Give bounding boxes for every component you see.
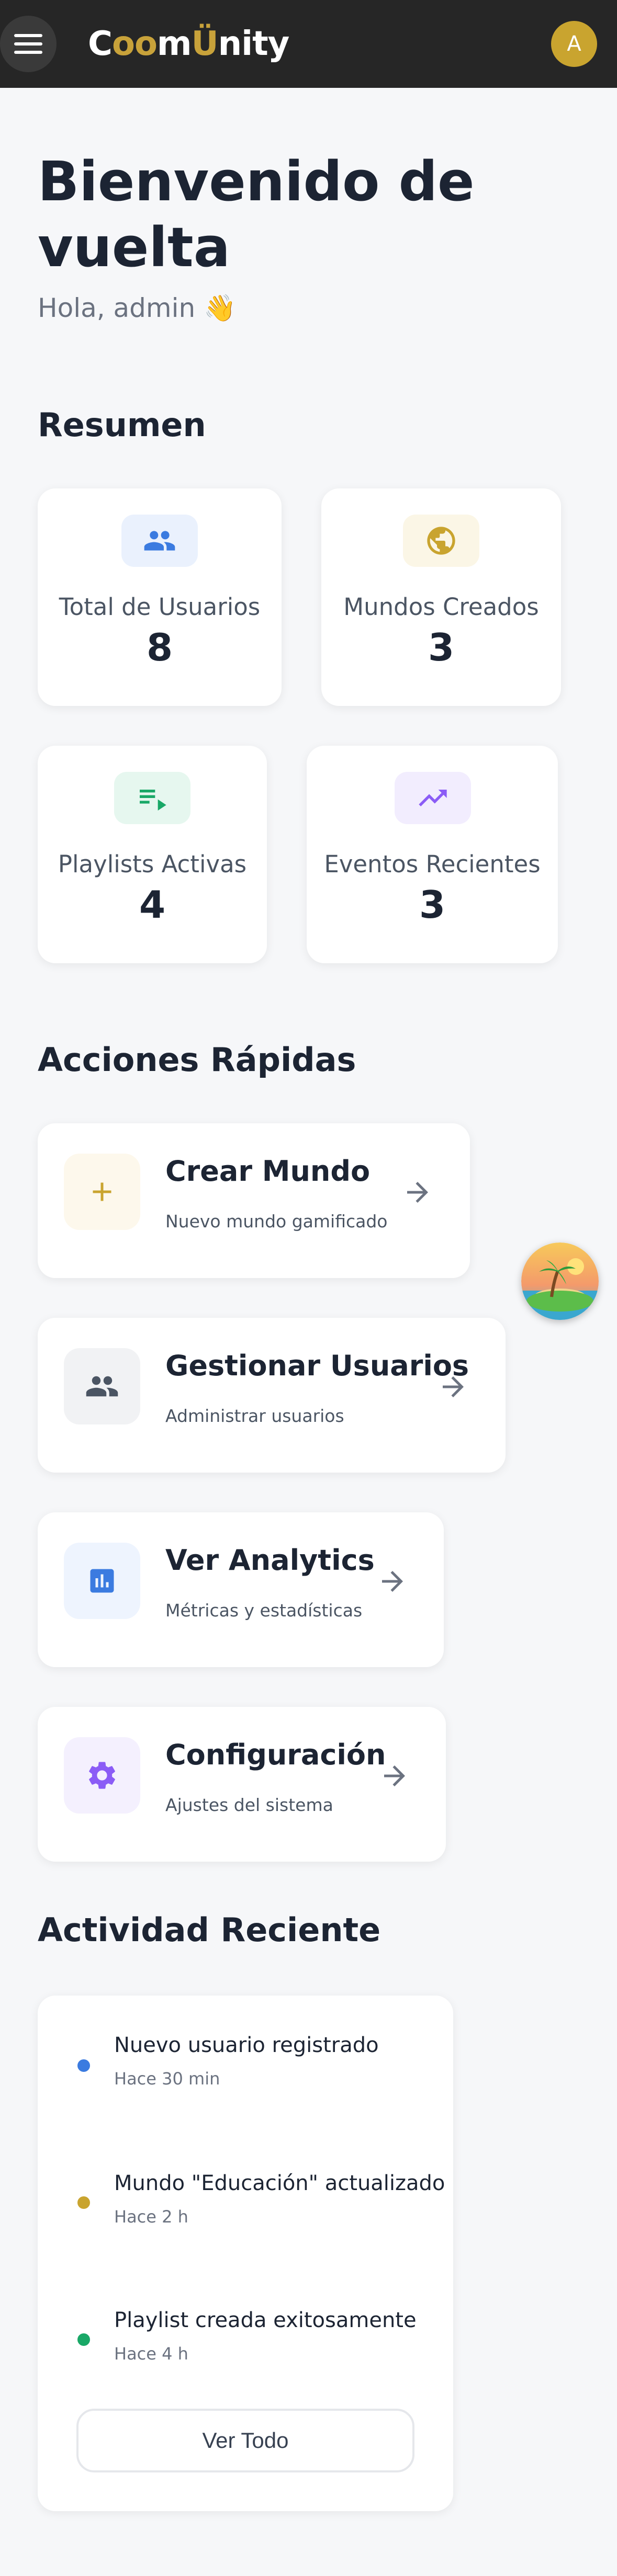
activity-time: Hace 4 h <box>114 2344 188 2364</box>
trending-up-icon <box>395 772 471 824</box>
activity-time: Hace 30 min <box>114 2069 220 2089</box>
view-all-button[interactable]: Ver Todo <box>76 2409 414 2472</box>
recent-activity-section-title: Actividad Reciente <box>38 1911 381 1949</box>
action-subtitle: Nuevo mundo gamificado <box>165 1211 388 1232</box>
hamburger-menu-icon[interactable] <box>0 16 57 72</box>
action-title: Configuración <box>165 1738 386 1771</box>
recent-activity-card: Nuevo usuario registrado Hace 30 min Mun… <box>38 1996 453 2511</box>
activity-dot <box>77 2059 90 2072</box>
people-icon <box>121 515 198 567</box>
greeting-text: Hola, admin 👋 <box>38 293 237 323</box>
action-manage-users[interactable]: Gestionar Usuarios Administrar usuarios <box>38 1318 506 1473</box>
action-subtitle: Métricas y estadísticas <box>165 1600 363 1621</box>
action-settings[interactable]: Configuración Ajustes del sistema <box>38 1707 446 1862</box>
activity-title: Nuevo usuario registrado <box>114 2033 379 2057</box>
activity-title: Playlist creada exitosamente <box>114 2308 417 2332</box>
arrow-right-icon <box>443 1376 464 1397</box>
quick-actions-section-title: Acciones Rápidas <box>38 1041 356 1079</box>
action-title: Ver Analytics <box>165 1544 375 1577</box>
activity-dot <box>77 2333 90 2346</box>
stat-value: 3 <box>428 625 455 669</box>
stat-label: Mundos Creados <box>343 593 539 621</box>
top-app-bar: Coo m Ünity A <box>0 0 617 88</box>
stat-label: Eventos Recientes <box>324 850 541 878</box>
activity-title: Mundo "Educación" actualizado <box>114 2171 445 2195</box>
playlist-play-icon <box>114 772 190 824</box>
gear-icon <box>64 1737 140 1814</box>
stat-card-active-playlists[interactable]: Playlists Activas 4 <box>38 746 267 963</box>
arrow-right-icon <box>407 1182 428 1203</box>
stat-card-worlds-created[interactable]: Mundos Creados 3 <box>321 488 561 706</box>
page-title: Bienvenido de vuelta <box>38 150 475 279</box>
action-title: Crear Mundo <box>165 1155 371 1188</box>
app-logo[interactable]: Coo m Ünity <box>88 23 289 65</box>
stat-label: Total de Usuarios <box>59 593 261 621</box>
user-avatar[interactable]: A <box>551 21 597 67</box>
action-create-world[interactable]: Crear Mundo Nuevo mundo gamificado <box>38 1123 470 1278</box>
people-icon <box>64 1348 140 1424</box>
activity-dot <box>77 2196 90 2209</box>
action-view-analytics[interactable]: Ver Analytics Métricas y estadísticas <box>38 1512 444 1667</box>
bar-chart-icon <box>64 1543 140 1619</box>
activity-time: Hace 2 h <box>114 2207 188 2227</box>
tropical-island-icon[interactable] <box>521 1243 599 1320</box>
stat-value: 8 <box>146 625 173 669</box>
globe-icon <box>403 515 479 567</box>
stat-card-total-users[interactable]: Total de Usuarios 8 <box>38 488 282 706</box>
action-subtitle: Ajustes del sistema <box>165 1795 333 1815</box>
action-subtitle: Administrar usuarios <box>165 1406 344 1426</box>
stat-value: 3 <box>419 883 446 927</box>
arrow-right-icon <box>382 1571 403 1592</box>
action-title: Gestionar Usuarios <box>165 1349 469 1382</box>
summary-section-title: Resumen <box>38 406 206 444</box>
stat-value: 4 <box>139 883 166 927</box>
arrow-right-icon <box>384 1765 405 1786</box>
plus-icon <box>64 1154 140 1230</box>
stat-card-recent-events[interactable]: Eventos Recientes 3 <box>307 746 558 963</box>
stat-label: Playlists Activas <box>58 850 247 878</box>
